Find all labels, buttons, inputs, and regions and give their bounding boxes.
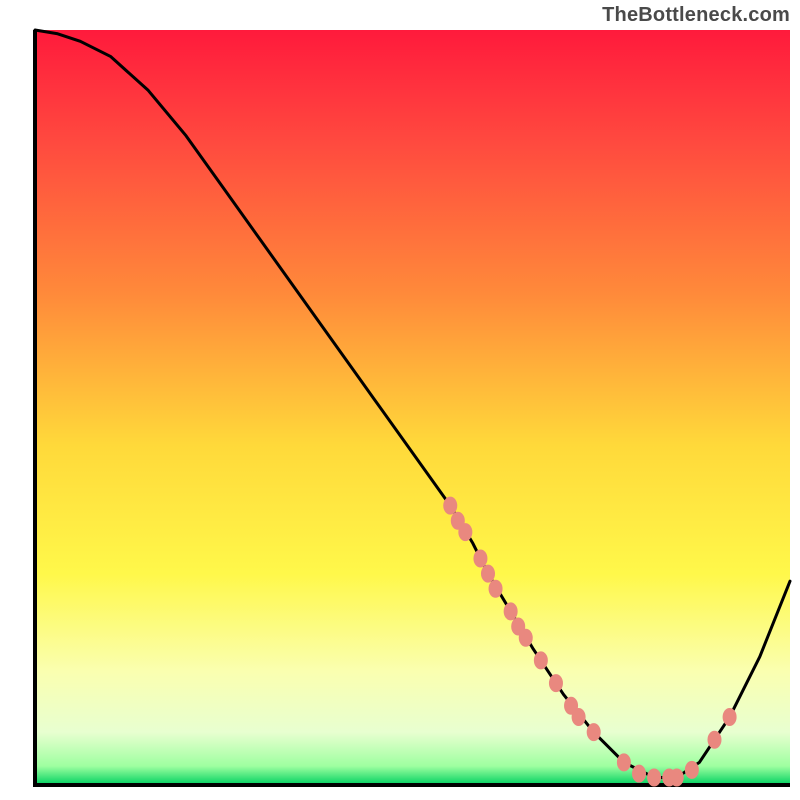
marker-point	[647, 768, 661, 786]
marker-point	[723, 708, 737, 726]
marker-point	[617, 753, 631, 771]
marker-point	[587, 723, 601, 741]
marker-point	[458, 523, 472, 541]
marker-point	[572, 708, 586, 726]
marker-point	[481, 565, 495, 583]
watermark-text: TheBottleneck.com	[602, 4, 790, 27]
marker-point	[685, 761, 699, 779]
bottleneck-chart	[0, 0, 800, 800]
marker-point	[632, 765, 646, 783]
marker-point	[549, 674, 563, 692]
marker-point	[519, 629, 533, 647]
marker-point	[534, 651, 548, 669]
marker-point	[708, 731, 722, 749]
chart-container: TheBottleneck.com	[0, 0, 800, 800]
marker-point	[489, 580, 503, 598]
marker-point	[443, 497, 457, 515]
plot-background	[35, 30, 790, 785]
marker-point	[670, 768, 684, 786]
marker-point	[473, 550, 487, 568]
marker-point	[504, 602, 518, 620]
